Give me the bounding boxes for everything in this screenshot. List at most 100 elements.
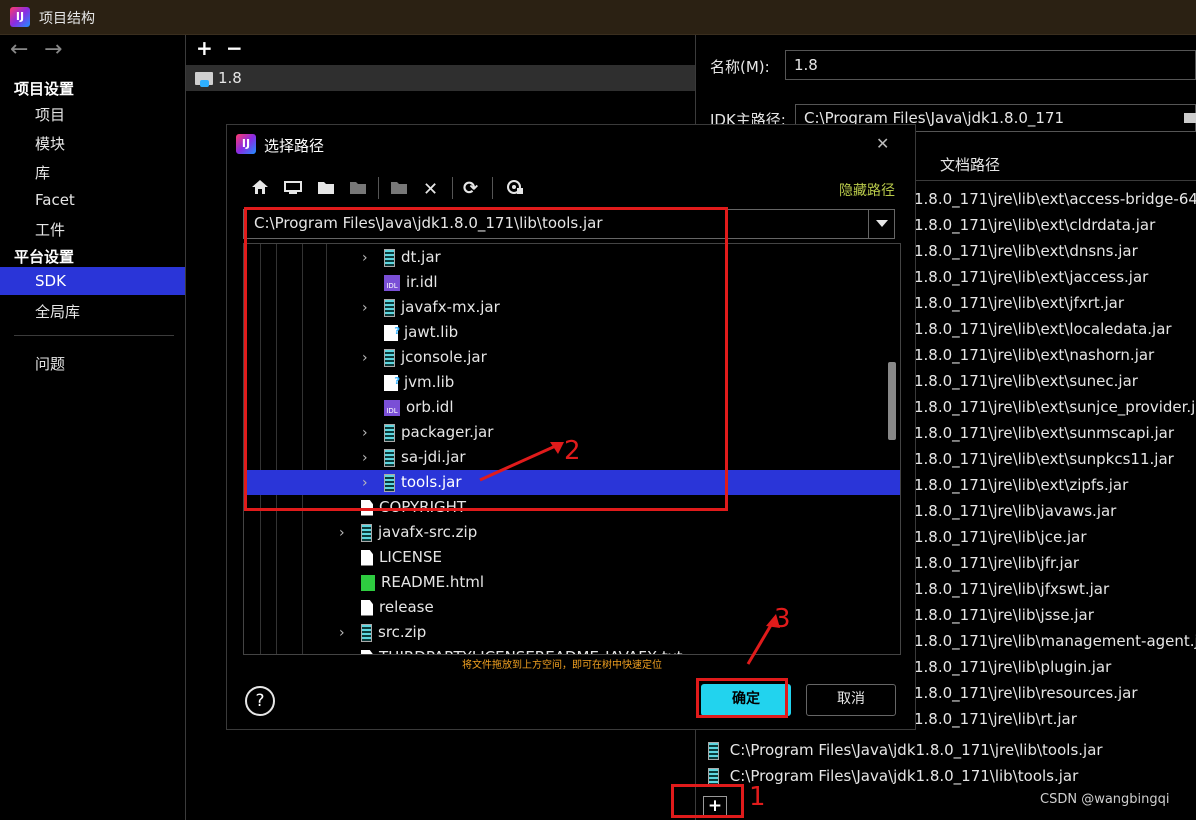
sidebar-divider <box>14 335 174 336</box>
combobox-divider <box>868 210 869 238</box>
sidebar-item-sdk[interactable]: SDK <box>35 272 66 290</box>
sidebar-item-artifacts[interactable]: 工件 <box>35 219 65 240</box>
annotation-label-2: 2 <box>564 436 581 466</box>
classpath-item[interactable]: 1.8.0_171\jre\lib\plugin.jar <box>914 654 1111 680</box>
classpath-item-jre-tools[interactable]: C:\Program Files\Java\jdk1.8.0_171\jre\l… <box>708 737 1103 763</box>
classpath-item[interactable]: 1.8.0_171\jre\lib\jce.jar <box>914 524 1087 550</box>
classpath-item[interactable]: 1.8.0_171\jre\lib\jfr.jar <box>914 550 1079 576</box>
close-icon[interactable]: ✕ <box>876 134 889 153</box>
classpath-item[interactable]: 1.8.0_171\jre\lib\ext\dnsns.jar <box>914 238 1138 264</box>
sidebar-item-problems[interactable]: 问题 <box>35 353 65 374</box>
classpath-item-label: C:\Program Files\Java\jdk1.8.0_171\jre\l… <box>729 741 1103 759</box>
text-file-icon <box>361 549 373 566</box>
forward-arrow-icon[interactable]: → <box>44 37 62 62</box>
sidebar: ← → <box>0 35 185 820</box>
tree-item-label: LICENSE <box>379 548 442 566</box>
dialog-title: 选择路径 <box>264 137 325 155</box>
jar-file-icon <box>361 623 372 642</box>
drag-drop-hint: 将文件拖放到上方空间，即可在树中快速定位 <box>462 660 662 671</box>
jar-icon <box>708 741 719 760</box>
html-file-icon <box>361 574 375 591</box>
text-file-icon <box>361 599 373 616</box>
sidebar-item-libraries[interactable]: 库 <box>35 162 50 183</box>
classpath-item[interactable]: 1.8.0_171\jre\lib\management-agent.ja <box>914 628 1196 654</box>
tree-item[interactable]: › src.zip <box>339 620 426 645</box>
tree-item[interactable]: release <box>339 595 434 620</box>
tabs-divider <box>914 180 1196 181</box>
refresh-icon[interactable]: ⟳ <box>463 178 478 199</box>
jar-file-icon <box>361 523 372 542</box>
sidebar-item-facet[interactable]: Facet <box>35 191 75 209</box>
classpath-item[interactable]: 1.8.0_171\jre\lib\ext\zipfs.jar <box>914 472 1128 498</box>
classpath-item[interactable]: 1.8.0_171\jre\lib\ext\jfxrt.jar <box>914 290 1124 316</box>
watermark: CSDN @wangbingqi <box>1040 792 1170 807</box>
tree-item-label: javafx-src.zip <box>378 523 478 541</box>
tree-item-label: README.html <box>381 573 485 591</box>
dialog-logo-icon: IJ <box>236 134 256 154</box>
sidebar-item-sdk-selected[interactable] <box>0 267 185 295</box>
name-label: 名称(M): <box>710 58 770 76</box>
chevron-down-icon[interactable] <box>876 220 888 227</box>
classpath-item[interactable]: 1.8.0_171\jre\lib\ext\access-bridge-64.j <box>914 186 1196 212</box>
classpath-item[interactable]: 1.8.0_171\jre\lib\ext\sunpkcs11.jar <box>914 446 1174 472</box>
sdk-list-item-label: 1.8 <box>218 69 242 87</box>
module-folder-icon[interactable] <box>349 180 367 199</box>
cancel-button[interactable]: 取消 <box>806 684 896 716</box>
sdk-badge-icon <box>200 80 209 87</box>
browse-folder-icon[interactable] <box>1184 113 1196 123</box>
tree-item-label: THIRDPARTYLICENSEREADME-JAVAFX.txt <box>379 648 683 654</box>
jar-icon <box>708 767 719 786</box>
sidebar-splitter[interactable] <box>185 35 186 820</box>
tree-item-label: src.zip <box>378 623 427 641</box>
classpath-item[interactable]: 1.8.0_171\jre\lib\ext\sunjce_provider.ja <box>914 394 1196 420</box>
add-sdk-button[interactable]: + <box>196 36 213 60</box>
classpath-item[interactable]: 1.8.0_171\jre\lib\jsse.jar <box>914 602 1094 628</box>
classpath-item[interactable]: 1.8.0_171\jre\lib\ext\sunmscapi.jar <box>914 420 1174 446</box>
tree-item-label: release <box>379 598 434 616</box>
hide-path-link[interactable]: 隐藏路径 <box>839 180 895 200</box>
sdk-name-field[interactable]: 1.8 <box>785 50 1196 80</box>
desktop-icon[interactable] <box>284 181 302 199</box>
classpath-item[interactable]: 1.8.0_171\jre\lib\ext\cldrdata.jar <box>914 212 1155 238</box>
annotation-box-3 <box>696 678 788 718</box>
tab-documentation-paths[interactable]: 文档路径 <box>940 154 1000 175</box>
classpath-item[interactable]: 1.8.0_171\jre\lib\rt.jar <box>914 706 1077 732</box>
show-hidden-icon[interactable] <box>506 178 524 200</box>
back-arrow-icon[interactable]: ← <box>10 37 28 62</box>
app-logo-icon: IJ <box>10 7 30 27</box>
text-file-icon <box>361 649 373 654</box>
classpath-item[interactable]: 1.8.0_171\jre\lib\ext\nashorn.jar <box>914 342 1154 368</box>
toolbar-separator <box>378 177 379 199</box>
chevron-right-icon[interactable]: › <box>339 621 361 646</box>
annotation-box-1 <box>671 784 744 818</box>
platform-settings-header: 平台设置 <box>14 248 75 266</box>
tree-item[interactable]: › javafx-src.zip <box>339 520 477 545</box>
tree-item[interactable]: THIRDPARTYLICENSEREADME-JAVAFX.txt <box>339 645 683 654</box>
classpath-item[interactable]: 1.8.0_171\jre\lib\ext\localedata.jar <box>914 316 1172 342</box>
help-button[interactable]: ? <box>245 686 275 716</box>
classpath-item[interactable]: 1.8.0_171\jre\lib\ext\sunec.jar <box>914 368 1138 394</box>
classpath-list[interactable]: 1.8.0_171\jre\lib\ext\access-bridge-64.j… <box>914 186 1196 740</box>
classpath-item[interactable]: 1.8.0_171\jre\lib\javaws.jar <box>914 498 1116 524</box>
classpath-item[interactable]: 1.8.0_171\jre\lib\jfxswt.jar <box>914 576 1109 602</box>
tree-item[interactable]: LICENSE <box>339 545 442 570</box>
annotation-label-1: 1 <box>749 782 766 812</box>
tree-item[interactable]: README.html <box>339 570 484 595</box>
sidebar-item-global-libraries[interactable]: 全局库 <box>35 301 80 322</box>
sdk-list-item-selected[interactable]: 1.8 <box>186 65 695 91</box>
toolbar-separator <box>452 177 453 199</box>
annotation-label-3: 3 <box>774 604 791 634</box>
delete-icon[interactable]: ✕ <box>423 179 438 200</box>
classpath-item[interactable]: 1.8.0_171\jre\lib\ext\jaccess.jar <box>914 264 1148 290</box>
new-folder-icon[interactable] <box>390 180 408 199</box>
tree-scrollbar-thumb[interactable] <box>888 362 896 440</box>
sidebar-item-modules[interactable]: 模块 <box>35 133 65 154</box>
classpath-item[interactable]: 1.8.0_171\jre\lib\resources.jar <box>914 680 1138 706</box>
chevron-right-icon[interactable]: › <box>339 521 361 546</box>
home-icon[interactable] <box>251 179 269 199</box>
project-settings-header: 项目设置 <box>14 80 75 98</box>
toolbar-separator <box>492 177 493 199</box>
sidebar-item-project[interactable]: 项目 <box>35 104 65 125</box>
project-folder-icon[interactable] <box>317 180 335 199</box>
remove-sdk-button[interactable]: − <box>226 36 243 60</box>
